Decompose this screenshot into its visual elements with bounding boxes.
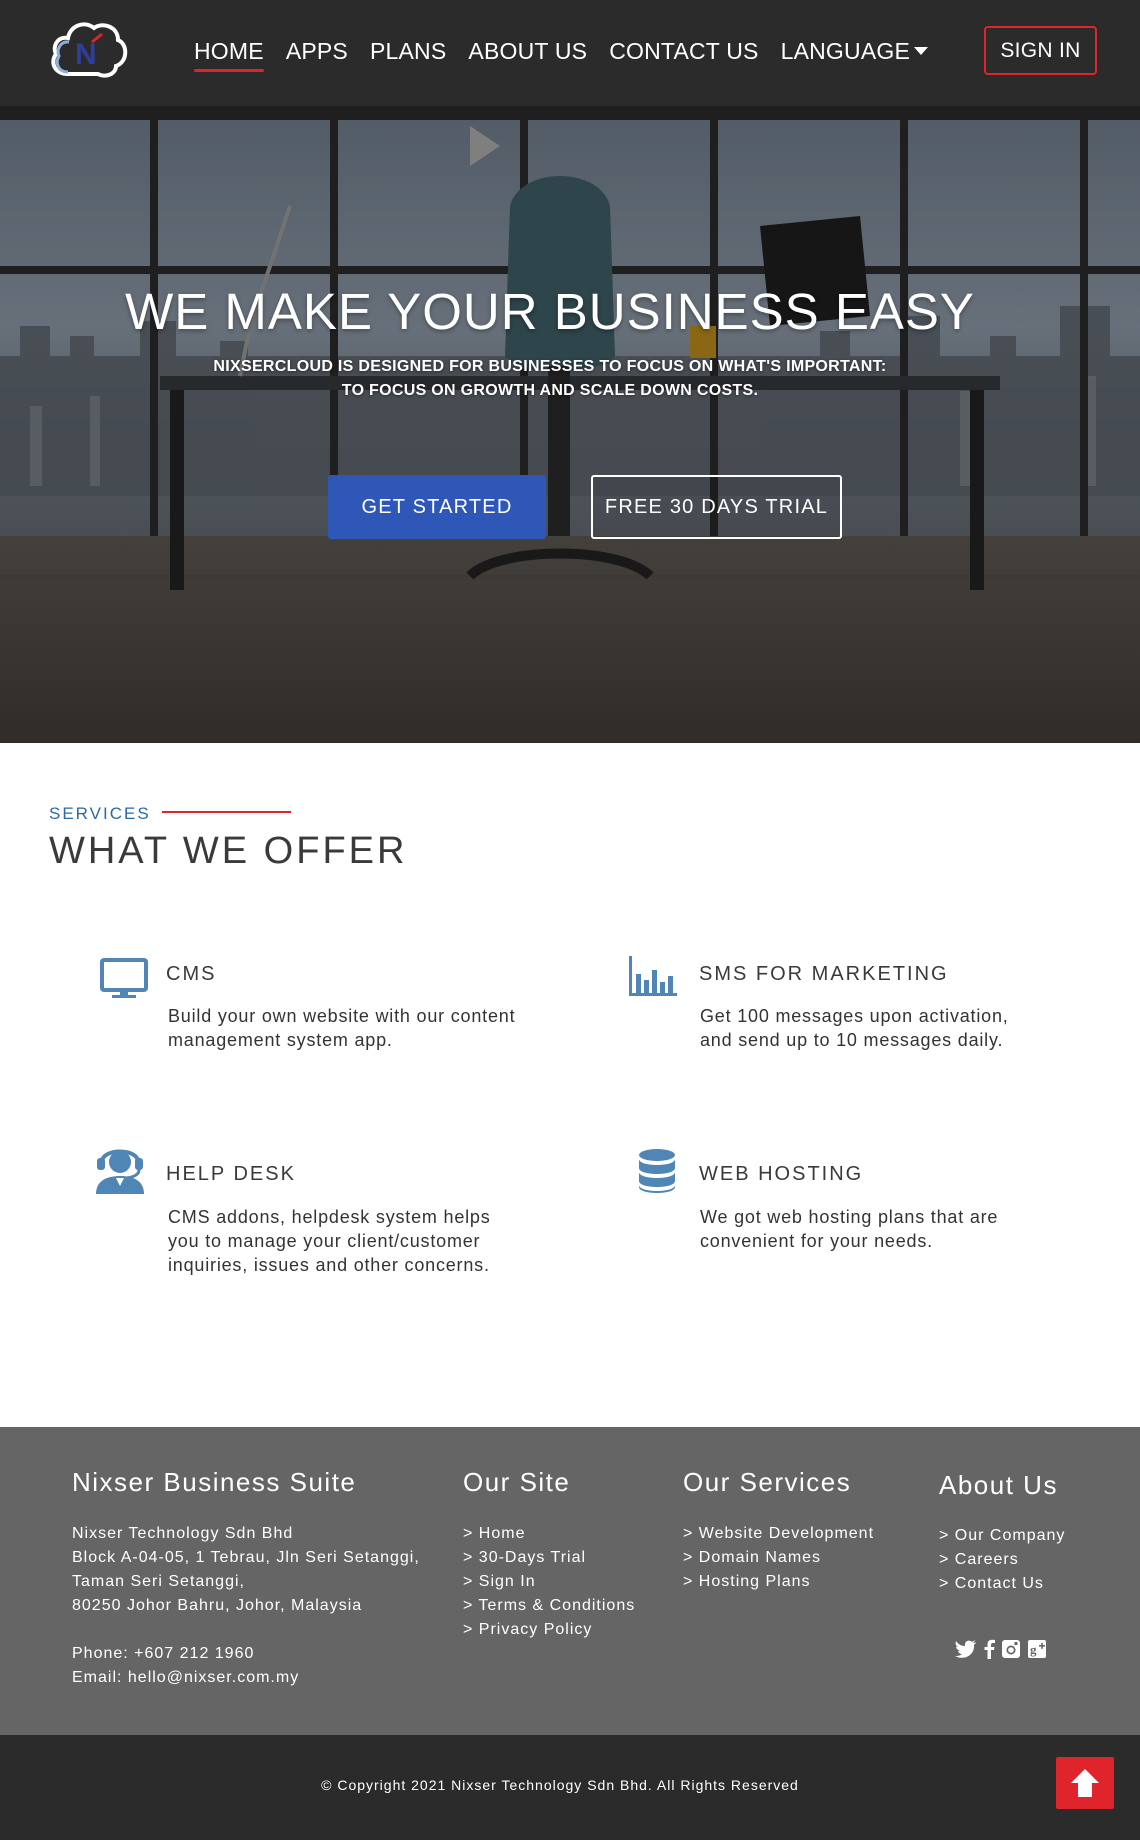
service-description-line: inquiries, issues and other concerns. [168,1255,490,1275]
copyright-text: © Copyright 2021 Nixser Technology Sdn B… [321,1777,799,1793]
footer-about-us-title: About Us [939,1470,1058,1500]
services-title: WHAT WE OFFER [49,830,408,872]
service-name: HELP DESK [166,1163,296,1185]
footer-link-sign-in[interactable]: > Sign In [463,1570,635,1594]
get-started-button[interactable]: GET STARTED [328,475,546,539]
facebook-icon[interactable] [983,1639,995,1659]
footer-link-terms[interactable]: > Terms & Conditions [463,1594,635,1618]
service-description-line: Get 100 messages upon activation, [700,1006,1009,1026]
service-description-line: We got web hosting plans that are [700,1207,999,1227]
service-description-line: Build your own website with our content [168,1006,516,1026]
nixser-cloud-logo[interactable]: N [46,16,128,86]
service-description: CMS addons, helpdesk system helps you to… [168,1205,588,1277]
footer-link-our-company[interactable]: > Our Company [939,1524,1065,1548]
footer-our-services-title: Our Services [683,1467,852,1497]
footer-company-address: Nixser Technology Sdn Bhd Block A-04-05,… [72,1522,420,1618]
hero-title: WE MAKE YOUR BUSINESS EASY [125,283,975,340]
nav-language-dropdown[interactable]: LANGUAGE [781,36,928,66]
service-description: We got web hosting plans that are conven… [700,1205,1120,1253]
google-plus-icon[interactable]: g [1027,1639,1047,1659]
service-description: Get 100 messages upon activation, and se… [700,1004,1120,1052]
free-trial-button[interactable]: FREE 30 DAYS TRIAL [591,475,842,539]
service-name: WEB HOSTING [699,1163,864,1185]
hero-office-background-image [0,106,1140,743]
arrow-up-icon [1071,1769,1099,1797]
copyright-bar: © Copyright 2021 Nixser Technology Sdn B… [0,1735,1140,1840]
footer-email[interactable]: Email: hello@nixser.com.my [72,1666,299,1690]
footer-link-careers[interactable]: > Careers [939,1548,1065,1572]
footer-our-services-links: > Website Development > Domain Names > H… [683,1522,874,1594]
bar-chart-icon [629,956,677,996]
service-description-line: convenient for your needs. [700,1231,933,1251]
nav-contact-us[interactable]: CONTACT US [609,36,758,66]
nav-about-us[interactable]: ABOUT US [468,36,587,66]
back-to-top-button[interactable] [1056,1757,1114,1809]
nav-home[interactable]: HOME [194,36,264,72]
footer-link-30-days-trial[interactable]: > 30-Days Trial [463,1546,635,1570]
footer-link-home[interactable]: > Home [463,1522,635,1546]
svg-text:N: N [75,38,97,71]
nav-plans[interactable]: PLANS [370,36,446,66]
sign-in-button[interactable]: SIGN IN [984,26,1097,75]
svg-text:g: g [1030,1642,1037,1657]
site-header: N HOME APPS PLANS ABOUT US CONTACT US LA… [0,0,1140,106]
main-nav: HOME APPS PLANS ABOUT US CONTACT US LANG… [194,36,950,72]
caret-down-icon [914,46,928,55]
hero-section: WE MAKE YOUR BUSINESS EASY NIXSERCLOUD I… [0,106,1140,743]
headset-icon [96,1149,144,1194]
hero-subtitle-line1: NIXSERCLOUD IS DESIGNED FOR BUSINESSES T… [213,358,887,375]
address-line: Block A-04-05, 1 Tebrau, Jln Seri Setang… [72,1549,420,1566]
service-name: CMS [166,963,217,985]
footer-our-site-title: Our Site [463,1467,571,1497]
hero-subtitle-line2: TO FOCUS ON GROWTH AND SCALE DOWN COSTS. [341,382,759,399]
site-footer: Nixser Business Suite Nixser Technology … [0,1427,1140,1735]
footer-company-title: Nixser Business Suite [72,1467,357,1497]
service-name: SMS FOR MARKETING [699,963,949,985]
address-line: 80250 Johor Bahru, Johor, Malaysia [72,1597,363,1614]
services-label: SERVICES [49,804,151,823]
instagram-icon[interactable] [1001,1639,1021,1659]
address-line: Nixser Technology Sdn Bhd [72,1525,294,1542]
footer-contact: Phone: +607 212 1960 Email: hello@nixser… [72,1642,299,1690]
footer-link-hosting-plans[interactable]: > Hosting Plans [683,1570,874,1594]
service-description-line: management system app. [168,1030,393,1050]
address-line: Taman Seri Setanggi, [72,1573,245,1590]
service-description-line: you to manage your client/customer [168,1231,481,1251]
service-description-line: CMS addons, helpdesk system helps [168,1207,491,1227]
service-description: Build your own website with our content … [168,1004,588,1052]
database-icon [639,1149,675,1193]
nav-apps[interactable]: APPS [286,36,348,66]
twitter-icon[interactable] [955,1640,977,1658]
social-links: g [955,1639,1047,1659]
footer-link-contact-us[interactable]: > Contact Us [939,1572,1065,1596]
footer-link-domain-names[interactable]: > Domain Names [683,1546,874,1570]
footer-link-privacy[interactable]: > Privacy Policy [463,1618,635,1642]
footer-about-us-links: > Our Company > Careers > Contact Us [939,1524,1065,1596]
services-divider [162,811,291,813]
footer-our-site-links: > Home > 30-Days Trial > Sign In > Terms… [463,1522,635,1642]
footer-phone[interactable]: Phone: +607 212 1960 [72,1642,299,1666]
service-description-line: and send up to 10 messages daily. [700,1030,1004,1050]
monitor-icon [100,958,148,998]
nav-language-label: LANGUAGE [780,38,910,64]
footer-link-website-development[interactable]: > Website Development [683,1522,874,1546]
